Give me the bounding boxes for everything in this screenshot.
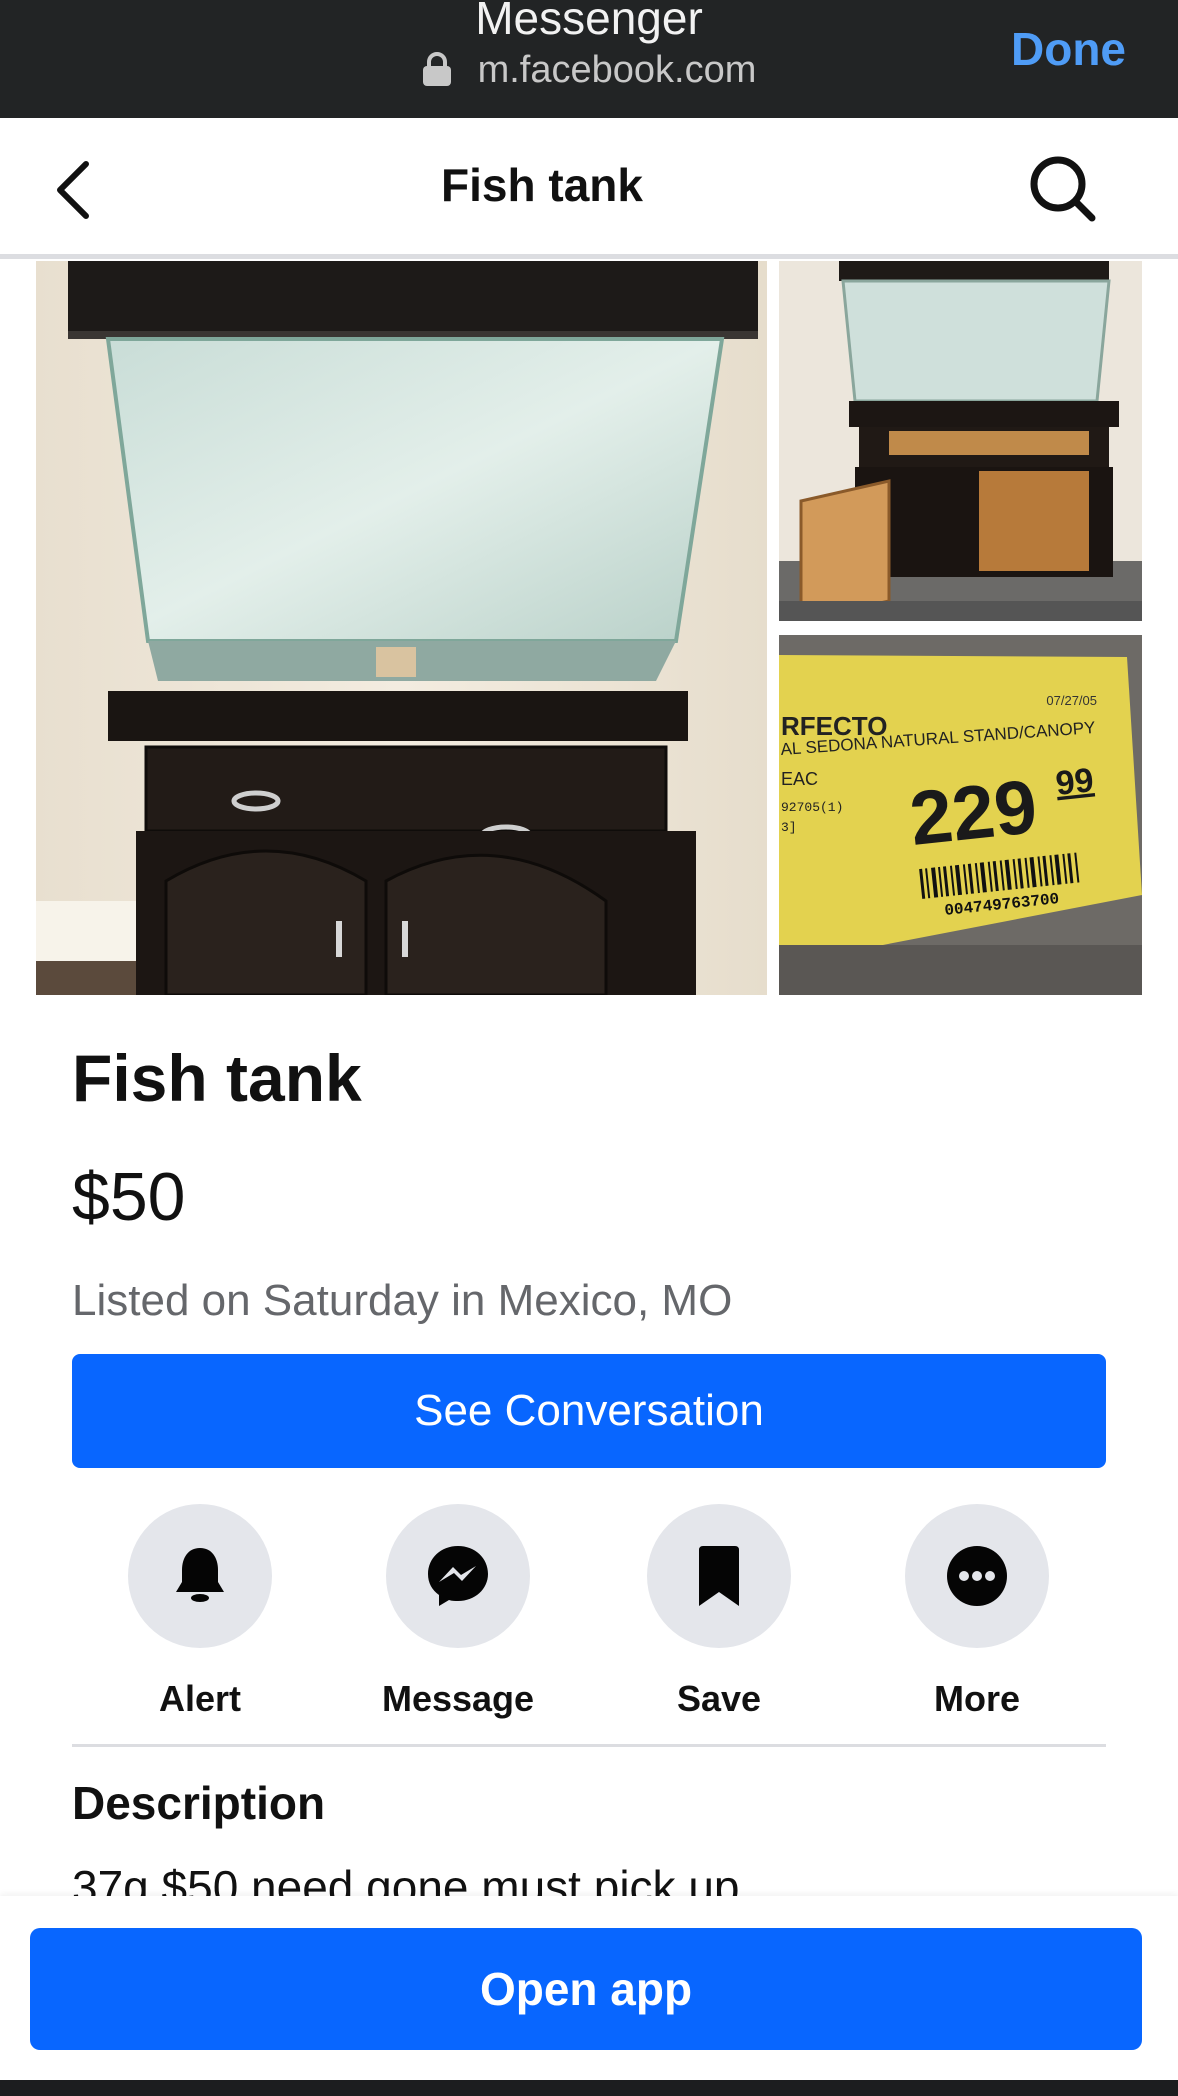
tag-line4: 92705(1): [781, 800, 843, 815]
browser-url-row[interactable]: m.facebook.com: [0, 48, 1178, 92]
see-conversation-button[interactable]: See Conversation: [72, 1354, 1106, 1468]
message-action-circle[interactable]: [386, 1504, 530, 1648]
browser-bar: Messenger m.facebook.com Done: [0, 0, 1178, 118]
messenger-icon: [428, 1546, 488, 1606]
done-button[interactable]: Done: [1011, 22, 1126, 76]
listing-meta: Listed on Saturday in Mexico, MO: [72, 1276, 733, 1325]
listing-price: $50: [72, 1159, 186, 1235]
more-icon: [947, 1546, 1007, 1606]
browser-title: Messenger: [475, 0, 703, 44]
browser-url: m.facebook.com: [477, 49, 757, 91]
bookmark-icon: [699, 1546, 739, 1606]
thumbnail-photo-price-tag[interactable]: 07/27/05 RFECTO AL SEDONA NATURAL STAND/…: [779, 635, 1142, 995]
page: Messenger m.facebook.com Done Fish tank: [0, 0, 1178, 2096]
thumbnail-photo-stand[interactable]: [779, 261, 1142, 621]
tag-price-cents: 99: [1054, 761, 1096, 803]
bell-icon: [176, 1548, 224, 1602]
message-action[interactable]: Message: [358, 1504, 558, 1720]
save-action[interactable]: Save: [619, 1504, 819, 1720]
alert-action[interactable]: Alert: [100, 1504, 300, 1720]
bottom-edge: [0, 2080, 1178, 2096]
tag-price-main: 229: [906, 764, 1041, 862]
bottom-panel: Open app: [0, 1896, 1178, 2080]
tag-line3: EAC: [781, 769, 818, 789]
listing-title: Fish tank: [72, 1041, 362, 1115]
search-icon[interactable]: [1028, 154, 1098, 224]
save-action-circle[interactable]: [647, 1504, 791, 1648]
action-label: Message: [381, 1678, 535, 1719]
action-label: More: [933, 1678, 1020, 1719]
tag-date: 07/27/05: [1046, 693, 1097, 708]
page-title: Fish tank: [441, 159, 643, 211]
main-photo[interactable]: [36, 261, 767, 995]
action-label: Save: [676, 1678, 762, 1719]
header: Fish tank: [0, 118, 1178, 259]
tag-line5: 3]: [781, 820, 797, 835]
action-label: Alert: [158, 1678, 242, 1719]
description-heading: Description: [72, 1777, 326, 1829]
open-app-button[interactable]: Open app: [30, 1928, 1142, 2050]
alert-action-circle[interactable]: [128, 1504, 272, 1648]
section-divider: [72, 1744, 1106, 1747]
more-action[interactable]: More: [877, 1504, 1077, 1720]
lock-icon: [422, 52, 452, 86]
more-action-circle[interactable]: [905, 1504, 1049, 1648]
